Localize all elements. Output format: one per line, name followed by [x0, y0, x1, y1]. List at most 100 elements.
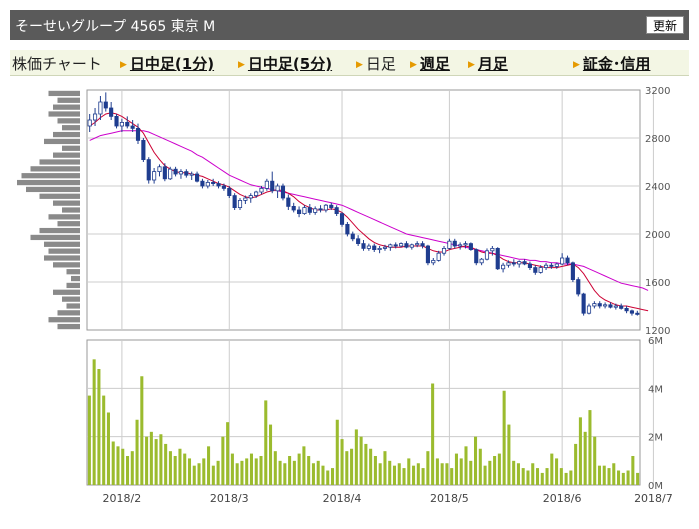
- volume-bar: [278, 460, 282, 485]
- candle-body: [624, 307, 629, 312]
- volume-bar: [545, 468, 549, 485]
- volume-bar: [173, 456, 177, 485]
- price-tick-label: 2800: [645, 134, 670, 145]
- candle-body: [468, 243, 473, 251]
- volume-profile-bar: [39, 159, 80, 165]
- candle-body: [178, 171, 184, 175]
- volume-profile-bar: [48, 317, 80, 323]
- candle: [441, 246, 447, 256]
- volume-bar: [612, 463, 616, 485]
- candle: [388, 243, 393, 251]
- candle-body: [211, 181, 216, 184]
- candle-body: [323, 204, 328, 211]
- volume-profile-bar: [57, 310, 80, 316]
- candle: [200, 178, 205, 189]
- candle: [205, 180, 210, 189]
- candle-body: [189, 173, 194, 176]
- volume-bar: [154, 439, 158, 485]
- volume-profile-bar: [66, 303, 80, 309]
- ma-long-line: [89, 130, 649, 291]
- candle-body: [613, 305, 618, 308]
- candle-body: [259, 187, 264, 193]
- price-axis: 320028002400200016001200: [645, 86, 670, 337]
- volume-bar: [340, 439, 344, 485]
- volume-profile-bar: [62, 207, 80, 213]
- candle: [592, 301, 597, 309]
- moving-averages: [89, 112, 649, 312]
- candle-body: [162, 166, 167, 180]
- volume-bar: [345, 451, 349, 485]
- volume-bar: [488, 460, 492, 485]
- volume-bar: [311, 463, 315, 485]
- candle: [248, 193, 253, 203]
- candle: [189, 171, 194, 180]
- candle-body: [597, 303, 602, 307]
- candle-body: [517, 261, 522, 265]
- price-tick-label: 2400: [645, 182, 670, 193]
- volume-bar: [159, 434, 163, 485]
- volume-bar: [207, 446, 211, 485]
- volume-profile-bar: [17, 179, 80, 186]
- volume-profile-bar: [39, 227, 80, 234]
- volume-bar: [254, 458, 258, 485]
- candle-body: [313, 208, 318, 213]
- price-grid: [87, 90, 654, 330]
- volume-bar: [497, 453, 501, 485]
- volume-bar: [321, 465, 325, 485]
- volume-bar: [502, 390, 506, 485]
- volume-bar: [273, 451, 277, 485]
- volume-bar: [626, 470, 630, 485]
- volume-bar: [478, 448, 482, 485]
- candle-body: [205, 181, 210, 187]
- candle: [452, 238, 457, 249]
- volume-bar: [292, 460, 296, 485]
- candle: [152, 168, 157, 184]
- volume-bar: [235, 463, 239, 485]
- candle-body: [560, 257, 565, 265]
- candle-body: [146, 159, 151, 181]
- candle-body: [570, 262, 575, 280]
- candle: [130, 120, 135, 132]
- volume-profile-bar: [44, 255, 80, 261]
- candle: [522, 259, 527, 266]
- volume-profile-bar: [26, 186, 80, 193]
- volume-profile-bar: [21, 173, 80, 179]
- volume-profile-bar: [62, 145, 80, 151]
- volume-bar: [574, 443, 578, 485]
- candle-body: [280, 185, 286, 199]
- volume-bar: [183, 453, 187, 485]
- volume-bar: [240, 460, 244, 485]
- volume-profile-bar: [30, 234, 80, 241]
- candle: [87, 114, 92, 132]
- volume-bar: [631, 456, 635, 485]
- volume-profile-bar: [48, 248, 80, 254]
- volume-bar: [392, 465, 397, 485]
- volume-bar: [202, 458, 206, 485]
- candle: [366, 243, 371, 251]
- candle-body: [103, 101, 108, 109]
- candle-body: [356, 238, 361, 245]
- candle: [103, 92, 108, 112]
- candle-body: [554, 263, 559, 267]
- candle-body: [270, 180, 275, 192]
- volume-bar: [512, 460, 516, 485]
- volume-bar: [378, 463, 382, 485]
- volume-bar: [564, 472, 568, 485]
- candle-body: [366, 245, 371, 249]
- volume-bar: [335, 419, 339, 485]
- candle-body: [286, 197, 291, 207]
- volume-bar: [516, 463, 520, 485]
- volume-profile-bar: [57, 323, 80, 330]
- candle-body: [119, 122, 124, 127]
- volume-bar: [297, 453, 301, 485]
- candle-body: [221, 185, 226, 189]
- candle-body: [382, 246, 388, 249]
- volume-bar: [469, 460, 473, 485]
- candle-body: [361, 243, 366, 249]
- candle-body: [441, 247, 447, 254]
- candle-body: [388, 244, 393, 248]
- volume-bar: [445, 463, 449, 485]
- volume-bar: [283, 463, 287, 485]
- candle-body: [275, 185, 280, 192]
- candle: [280, 183, 286, 201]
